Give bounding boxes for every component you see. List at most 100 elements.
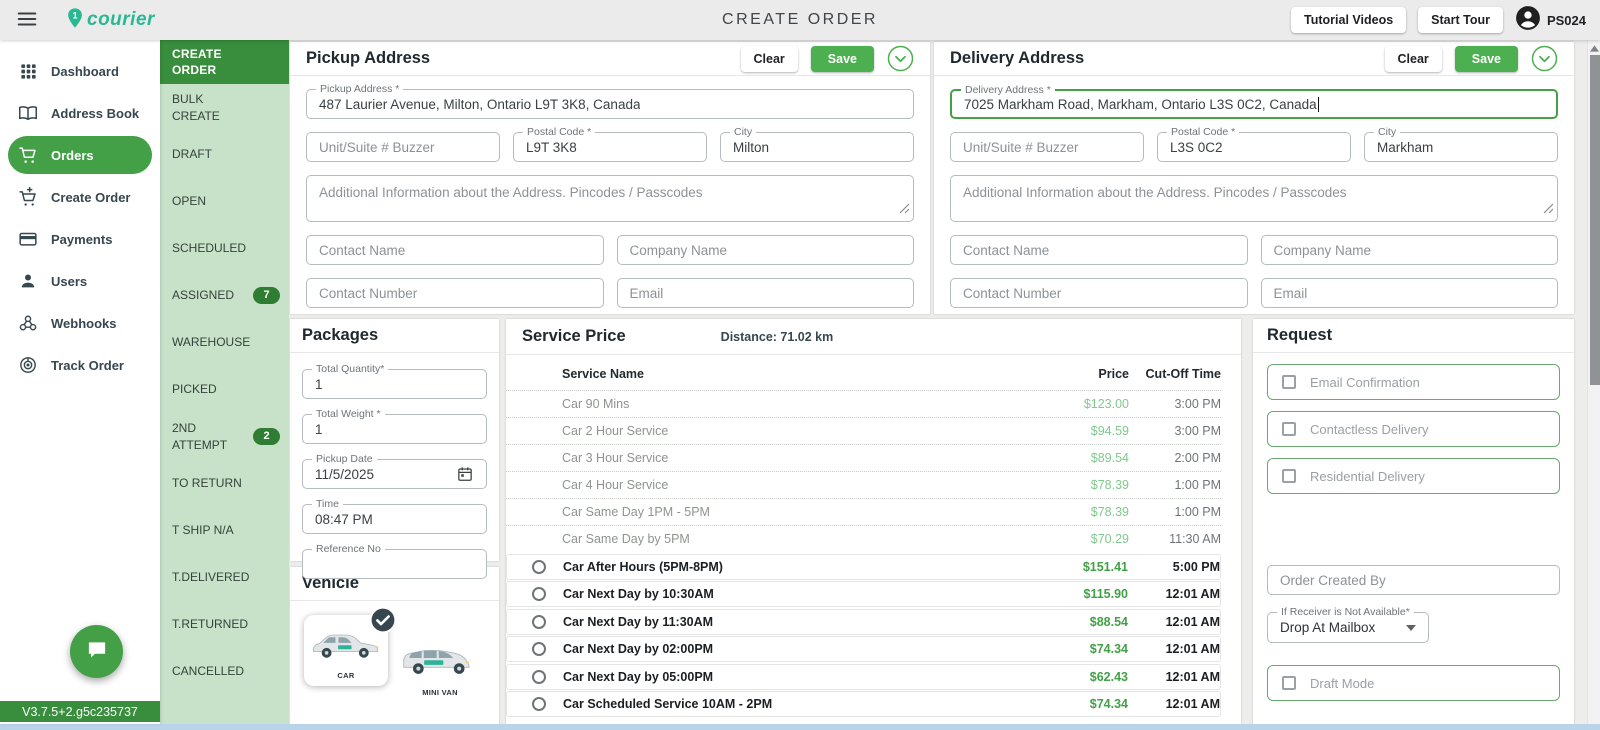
delivery-save-button[interactable]: Save <box>1455 46 1518 72</box>
delivery-unit-field[interactable]: Unit/Suite # Buzzer <box>950 132 1144 162</box>
resize-handle-icon[interactable] <box>899 201 910 219</box>
pickup-company-name-field[interactable]: Company Name <box>617 235 915 265</box>
delivery-contact-name-field[interactable]: Contact Name <box>950 235 1248 265</box>
vertical-scrollbar[interactable] <box>1587 40 1600 724</box>
radio-button[interactable] <box>532 697 546 711</box>
chat-button[interactable] <box>70 625 123 678</box>
pickup-save-button[interactable]: Save <box>811 46 874 72</box>
field-label: Total Quantity* <box>312 363 388 375</box>
tutorial-videos-button[interactable]: Tutorial Videos <box>1291 7 1406 33</box>
scrollbar-thumb[interactable] <box>1590 55 1600 385</box>
radio-button[interactable] <box>532 615 546 629</box>
service-row[interactable]: Car Same Day by 5PM $70.29 11:30 AM <box>506 525 1221 552</box>
subnav-item[interactable]: SCHEDULED <box>160 225 289 272</box>
subnav-item[interactable]: OPEN <box>160 178 289 225</box>
sidebar-item[interactable]: Webhooks <box>8 304 152 342</box>
service-row[interactable]: Car Next Day by 02:00PM $74.34 12:01 AM <box>506 636 1221 662</box>
radio-button[interactable] <box>532 560 546 574</box>
order-created-by-field[interactable]: Order Created By <box>1267 565 1560 595</box>
service-row[interactable]: Car 2 Hour Service $94.59 3:00 PM <box>506 417 1221 444</box>
user-menu[interactable]: PS024 <box>1515 5 1586 36</box>
service-row[interactable]: Car Next Day by 10:30AM $115.90 12:01 AM <box>506 581 1221 607</box>
subnav-item[interactable]: BULK CREATE <box>160 84 289 131</box>
request-checkbox[interactable]: Contactless Delivery <box>1267 411 1560 447</box>
radio-button[interactable] <box>532 642 546 656</box>
sidebar-item-label: Track Order <box>51 358 124 373</box>
service-name: Car Same Day by 5PM <box>562 532 1049 546</box>
delivery-address-field[interactable]: Delivery Address * 7025 Markham Road, Ma… <box>950 89 1558 119</box>
pickup-date-field[interactable]: Pickup Date 11/5/2025 <box>302 459 487 489</box>
reference-no-field[interactable]: Reference No <box>302 549 487 579</box>
delivery-additional-info-field[interactable]: Additional Information about the Address… <box>950 175 1558 222</box>
delivery-city-field[interactable]: City Markham <box>1364 132 1558 162</box>
delivery-collapse-button[interactable] <box>1531 45 1558 72</box>
subnav-item-label: DRAFT <box>172 146 212 162</box>
service-row[interactable]: Car Next Day by 05:00PM $62.43 12:01 AM <box>506 664 1221 690</box>
delivery-postal-field[interactable]: Postal Code * L3S 0C2 <box>1157 132 1351 162</box>
service-row[interactable]: Car 90 Mins $123.00 3:00 PM <box>506 390 1221 417</box>
subnav-item[interactable]: 2ND ATTEMPT 2 <box>160 413 289 460</box>
sidebar-item[interactable]: Track Order <box>8 346 152 384</box>
sidebar-item[interactable]: Orders <box>8 136 152 174</box>
delivery-clear-button[interactable]: Clear <box>1385 46 1442 72</box>
subnav-item-label: T SHIP N/A <box>172 522 234 538</box>
radio-button[interactable] <box>532 587 546 601</box>
pickup-contact-name-field[interactable]: Contact Name <box>306 235 604 265</box>
pickup-address-field[interactable]: Pickup Address * 487 Laurier Avenue, Mil… <box>306 89 914 119</box>
pickup-collapse-button[interactable] <box>887 45 914 72</box>
delivery-company-name-field[interactable]: Company Name <box>1261 235 1559 265</box>
subnav-item[interactable]: DRAFT <box>160 131 289 178</box>
subnav-item[interactable]: T.RETURNED <box>160 601 289 648</box>
packages-title: Packages <box>302 326 378 345</box>
service-row[interactable]: Car Scheduled Service 10AM - 2PM $74.34 … <box>506 691 1221 717</box>
service-row[interactable]: Car Next Day by 11:30AM $88.54 12:01 AM <box>506 609 1221 635</box>
service-row[interactable]: Car After Hours (5PM-8PM) $151.41 5:00 P… <box>506 554 1221 580</box>
menu-icon[interactable] <box>14 7 40 33</box>
subnav-item[interactable]: CREATE ORDER <box>160 40 289 84</box>
scroll-up-icon[interactable] <box>1589 43 1600 54</box>
vehicle-option[interactable]: CAR <box>304 615 388 686</box>
subnav-item[interactable]: T SHIP N/A <box>160 507 289 554</box>
service-name: Car 4 Hour Service <box>562 478 1049 492</box>
radio-button[interactable] <box>532 670 546 684</box>
pickup-contact-number-field[interactable]: Contact Number <box>306 278 604 308</box>
request-checkbox[interactable]: Residential Delivery <box>1267 458 1560 494</box>
checkbox-icon[interactable] <box>1282 469 1296 483</box>
sidebar-item[interactable]: Create Order <box>8 178 152 216</box>
vehicle-option[interactable]: MINI VAN <box>398 615 482 697</box>
pickup-additional-info-field[interactable]: Additional Information about the Address… <box>306 175 914 222</box>
subnav-item[interactable]: PICKED <box>160 366 289 413</box>
receiver-not-available-select[interactable]: If Receiver is Not Available* Drop At Ma… <box>1267 612 1429 643</box>
subnav-item[interactable]: WAREHOUSE <box>160 319 289 366</box>
request-checkbox[interactable]: Email Confirmation <box>1267 364 1560 400</box>
delivery-email-field[interactable]: Email <box>1261 278 1559 308</box>
service-row[interactable]: Car 3 Hour Service $89.54 2:00 PM <box>506 444 1221 471</box>
pickup-time-field[interactable]: Time 08:47 PM <box>302 504 487 534</box>
pickup-postal-field[interactable]: Postal Code * L9T 3K8 <box>513 132 707 162</box>
subnav-item[interactable]: ASSIGNED 7 <box>160 272 289 319</box>
address-book-icon <box>18 103 38 123</box>
pickup-city-field[interactable]: City Milton <box>720 132 914 162</box>
pickup-email-field[interactable]: Email <box>617 278 915 308</box>
subnav-item[interactable]: T.DELIVERED <box>160 554 289 601</box>
checkbox-icon[interactable] <box>1282 422 1296 436</box>
total-quantity-field[interactable]: Total Quantity* 1 <box>302 369 487 399</box>
subnav-item[interactable]: TO RETURN <box>160 460 289 507</box>
draft-mode-checkbox[interactable]: Draft Mode <box>1267 665 1560 701</box>
delivery-contact-number-field[interactable]: Contact Number <box>950 278 1248 308</box>
subnav-item[interactable]: CANCELLED <box>160 648 289 695</box>
checkbox-icon[interactable] <box>1282 375 1296 389</box>
sidebar-item[interactable]: Users <box>8 262 152 300</box>
pickup-clear-button[interactable]: Clear <box>741 46 798 72</box>
calendar-icon[interactable] <box>456 465 474 483</box>
sidebar-item[interactable]: Dashboard <box>8 52 152 90</box>
resize-handle-icon[interactable] <box>1543 201 1554 219</box>
sidebar-item[interactable]: Payments <box>8 220 152 258</box>
pickup-unit-field[interactable]: Unit/Suite # Buzzer <box>306 132 500 162</box>
sidebar-item[interactable]: Address Book <box>8 94 152 132</box>
total-weight-field[interactable]: Total Weight * 1 <box>302 414 487 444</box>
checkbox-icon[interactable] <box>1282 676 1296 690</box>
service-row[interactable]: Car 4 Hour Service $78.39 1:00 PM <box>506 471 1221 498</box>
service-row[interactable]: Car Same Day 1PM - 5PM $78.39 1:00 PM <box>506 498 1221 525</box>
start-tour-button[interactable]: Start Tour <box>1418 7 1503 33</box>
